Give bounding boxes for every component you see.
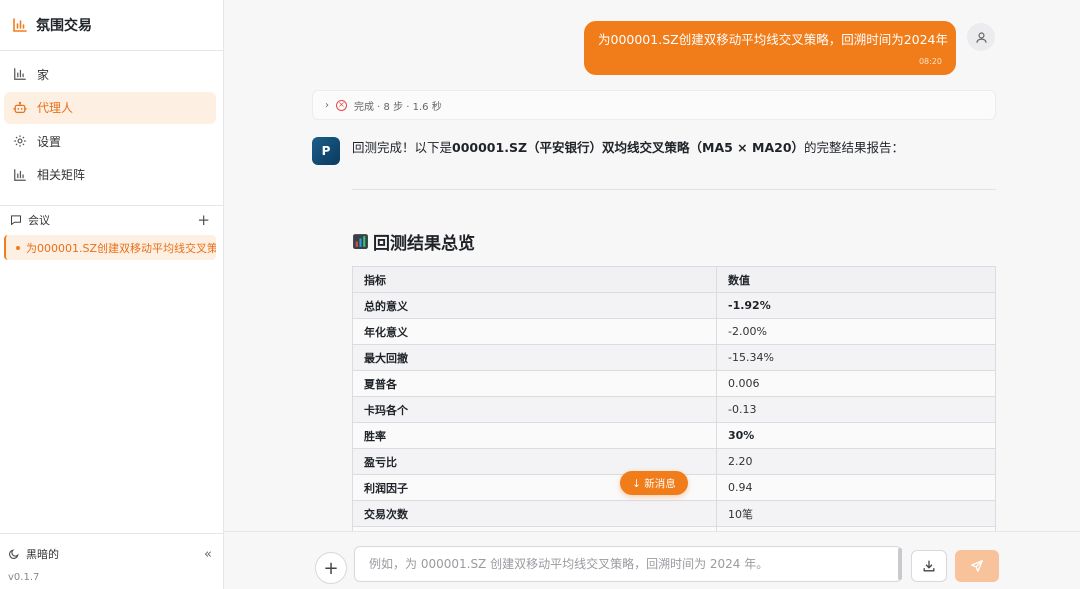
table-header-value: 数值 xyxy=(716,266,996,293)
bar-chart-icon xyxy=(14,68,26,80)
bot-intro: 回测完成！以下是000001.SZ（平安银行）双均线交叉策略（MA5 × MA2… xyxy=(352,137,904,156)
sidebar-nav: 家 代理人 设置 相关矩阵 xyxy=(4,58,216,192)
divider xyxy=(0,533,223,534)
send-icon xyxy=(971,560,983,572)
section-title: 回测结果总览 xyxy=(352,229,475,254)
moon-icon xyxy=(9,549,19,559)
user-message-text: 为000001.SZ创建双移动平均线交叉策略，回溯时间为2024年 xyxy=(598,32,949,47)
value-cell: 0.94 xyxy=(716,474,996,501)
theme-toggle[interactable]: 黑暗的 « xyxy=(8,546,212,562)
bot-intro-bold: 000001.SZ（平安银行）双均线交叉策略（MA5 × MA20） xyxy=(452,140,805,155)
metric-cell: 胜率 xyxy=(352,422,717,449)
active-dot xyxy=(16,245,20,250)
error-circle-icon: × xyxy=(336,99,347,111)
sidebar-item-label: 家 xyxy=(37,67,50,82)
bot-intro-prefix: 回测完成！以下是 xyxy=(352,140,453,155)
sidebar-item-home[interactable]: 家 xyxy=(4,58,216,90)
divider xyxy=(0,205,223,206)
table-row: 夏普各 0.006 xyxy=(352,370,996,397)
user-message-time: 08:20 xyxy=(918,57,942,66)
meetings-header: 会议 + xyxy=(10,212,210,228)
plus-icon[interactable]: + xyxy=(197,212,210,228)
value-cell: -0.13 xyxy=(716,396,996,423)
sidebar-item-label: 相关矩阵 xyxy=(37,168,86,182)
metric-cell: 交易次数 xyxy=(352,500,717,527)
table-row: 胜率 30% xyxy=(352,422,996,449)
table-row: 年化意义 -2.00% xyxy=(352,318,996,345)
table-header-metric: 指标 xyxy=(352,266,717,293)
value-cell: 10笔 xyxy=(716,500,996,527)
bar-chart-icon xyxy=(353,234,368,249)
robot-icon xyxy=(13,101,27,113)
theme-label: 黑暗的 xyxy=(26,548,59,561)
value-cell: -1.92% xyxy=(716,292,996,319)
sidebar-item-agents[interactable]: 代理人 xyxy=(4,91,216,124)
gear-icon xyxy=(14,135,26,147)
message-input-box[interactable] xyxy=(354,546,902,582)
steps-summary[interactable]: › × 完成 · 8 步 · 1.6 秒 xyxy=(312,90,996,120)
collapse-sidebar-icon[interactable]: « xyxy=(204,547,212,562)
divider xyxy=(352,189,996,190)
bar-chart-icon xyxy=(13,18,27,32)
metric-cell: 夏普各 xyxy=(352,370,717,397)
table-row: 交易次数 10笔 xyxy=(352,500,996,527)
send-button[interactable] xyxy=(955,550,999,582)
value-cell: 2.20 xyxy=(716,448,996,475)
chat-area: 为000001.SZ创建双移动平均线交叉策略，回溯时间为2024年 08:20 … xyxy=(224,0,1080,589)
chat-bubble-icon xyxy=(10,215,22,226)
meeting-item-label: 为000001.SZ创建双移动平均线交叉策略 xyxy=(26,241,216,255)
bot-avatar: P xyxy=(312,137,340,165)
input-scrollbar[interactable] xyxy=(898,548,902,580)
chevron-right-icon: › xyxy=(325,99,329,111)
composer: + xyxy=(224,531,1080,589)
table-row: 总的意义 -1.92% xyxy=(352,292,996,319)
metric-cell: 卡玛各个 xyxy=(352,396,717,423)
version-label: v0.1.7 xyxy=(8,572,40,583)
steps-summary-text: 完成 · 8 步 · 1.6 秒 xyxy=(354,101,442,113)
brand-title: 氛围交易 xyxy=(36,18,92,34)
value-cell: -15.34% xyxy=(716,344,996,371)
value-cell: 30% xyxy=(716,422,996,449)
metric-cell: 年化意义 xyxy=(352,318,717,345)
sidebar-item-settings[interactable]: 设置 xyxy=(4,125,216,157)
divider xyxy=(0,50,223,51)
plus-icon: + xyxy=(323,557,339,579)
section-title-text: 回测结果总览 xyxy=(373,234,475,254)
download-icon xyxy=(923,560,935,572)
new-message-button[interactable]: ↓ 新消息 xyxy=(620,471,688,495)
table-header-row: 指标 数值 xyxy=(352,266,996,293)
sidebar-item-correlation-matrix[interactable]: 相关矩阵 xyxy=(4,159,216,191)
download-button[interactable] xyxy=(911,550,947,582)
user-avatar[interactable] xyxy=(967,23,995,51)
sidebar: 氛围交易 家 代理人 设置 相关矩阵 会议 + 为000001.SZ创建双移动平… xyxy=(0,0,224,589)
table-row: 卡玛各个 -0.13 xyxy=(352,396,996,423)
metric-cell: 最大回撤 xyxy=(352,344,717,371)
meetings-header-label: 会议 xyxy=(28,214,50,227)
table-row: 最大回撤 -15.34% xyxy=(352,344,996,371)
message-input[interactable] xyxy=(355,547,901,581)
brand[interactable]: 氛围交易 xyxy=(12,14,92,36)
sidebar-item-label: 设置 xyxy=(37,134,62,149)
value-cell: -2.00% xyxy=(716,318,996,345)
user-icon xyxy=(975,31,987,43)
sidebar-item-label: 代理人 xyxy=(37,101,74,115)
bot-intro-suffix: 的完整结果报告： xyxy=(804,140,905,155)
metric-cell: 总的意义 xyxy=(352,292,717,319)
meeting-item[interactable]: 为000001.SZ创建双移动平均线交叉策略 xyxy=(4,235,216,260)
attach-button[interactable]: + xyxy=(315,552,347,584)
value-cell: 0.006 xyxy=(716,370,996,397)
bar-chart-icon xyxy=(14,168,26,181)
user-message: 为000001.SZ创建双移动平均线交叉策略，回溯时间为2024年 08:20 xyxy=(584,21,956,75)
